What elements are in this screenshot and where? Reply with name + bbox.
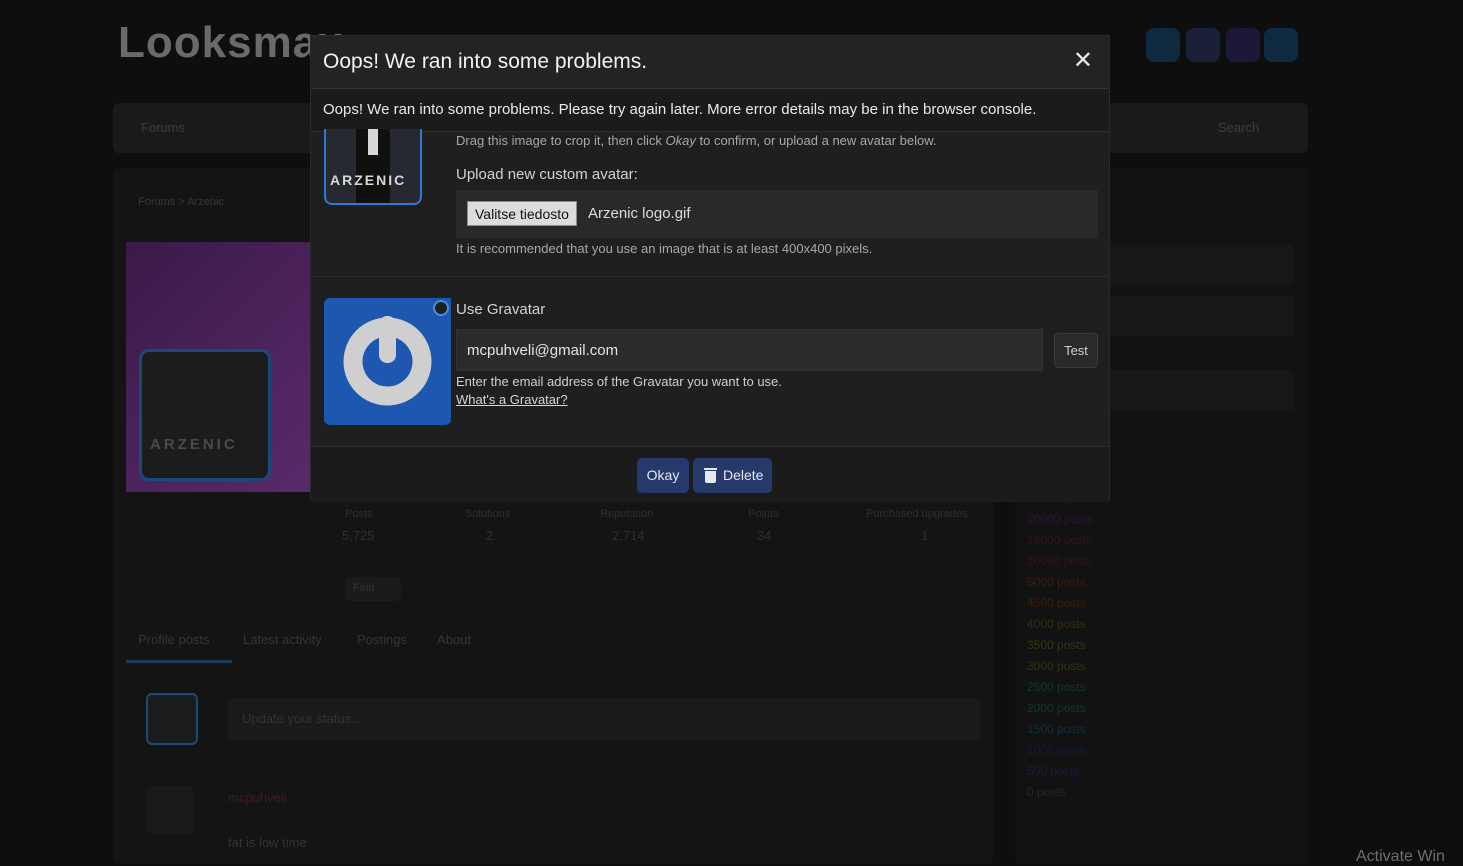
twitter-icon	[1146, 28, 1180, 62]
profile-avatar: ARZENIC	[139, 349, 271, 481]
upload-label: Upload new custom avatar:	[456, 166, 638, 183]
gravatar-hint: Enter the email address of the Gravatar …	[456, 374, 782, 389]
close-icon[interactable]: ✕	[1073, 48, 1093, 74]
rank-list-item: 10000 posts	[1027, 554, 1093, 568]
find-button: Find	[345, 577, 401, 601]
stat-label: Purchased upgrades	[866, 508, 968, 520]
test-gravatar-button[interactable]: Test	[1054, 333, 1098, 368]
modal-footer: Okay Delete	[311, 446, 1109, 502]
breadcrumb: Forums > Arzenic	[138, 196, 224, 208]
rank-list-item: 4500 posts	[1027, 596, 1086, 610]
tab-postings: Postings	[357, 632, 407, 647]
gravatar-logo-icon	[343, 316, 432, 406]
rank-list-item: 4000 posts	[1027, 617, 1086, 631]
discord-icon	[1186, 28, 1220, 62]
rank-list-item: 1500 posts	[1027, 722, 1086, 736]
gravatar-email-input[interactable]	[456, 329, 1043, 371]
stat-value: 2	[486, 528, 494, 543]
post-text: fat is low time	[228, 835, 307, 850]
stat-value: 34	[757, 528, 772, 543]
rank-list-item: 2000 posts	[1027, 701, 1086, 715]
current-avatar-crop[interactable]: ARZENIC	[324, 129, 422, 205]
delete-button[interactable]: Delete	[693, 458, 772, 493]
tab-about: About	[437, 632, 471, 647]
error-message: Oops! We ran into some problems. Please …	[323, 101, 1037, 118]
rank-list-item: 1000 posts	[1027, 743, 1086, 757]
stat-label: Points	[748, 508, 779, 520]
profile-avatar-text: ARZENIC	[150, 436, 238, 453]
delete-label: Delete	[723, 467, 764, 483]
instagram-icon	[1226, 28, 1260, 62]
post-username: mcpuhveli	[228, 790, 287, 805]
rank-list-item: 2500 posts	[1027, 680, 1086, 694]
modal-header: Oops! We ran into some problems. ✕	[311, 36, 1109, 89]
rank-list-item: 15000 posts	[1027, 533, 1093, 547]
rank-list-item: 3500 posts	[1027, 638, 1086, 652]
status-avatar	[146, 693, 198, 745]
avatar-brand-text: ARZENIC	[330, 172, 407, 188]
error-message-bar: Oops! We ran into some problems. Please …	[311, 89, 1109, 132]
rank-list-item: 20000 posts	[1027, 512, 1093, 526]
stat-label: Posts	[345, 508, 373, 520]
stat-value: 1	[921, 528, 929, 543]
use-gravatar-radio[interactable]	[433, 300, 449, 316]
use-gravatar-label[interactable]: Use Gravatar	[456, 301, 545, 318]
okay-button[interactable]: Okay	[637, 458, 689, 493]
status-input: Update your status...	[228, 698, 980, 740]
rank-list-item: 500 posts	[1027, 764, 1080, 778]
crop-hint: Drag this image to crop it, then click O…	[456, 133, 937, 148]
stat-value: 5,725	[342, 528, 375, 543]
rank-list-item: 5000 posts	[1027, 575, 1086, 589]
avatar-error-modal: Oops! We ran into some problems. ✕ Oops!…	[310, 35, 1110, 502]
section-divider	[311, 276, 1109, 277]
rank-list-item: 3000 posts	[1027, 659, 1086, 673]
post-avatar	[146, 786, 194, 834]
activate-windows-watermark: Activate Win	[1356, 848, 1445, 865]
selected-file-name: Arzenic logo.gif	[588, 205, 691, 222]
tab-latest-activity: Latest activity	[243, 632, 322, 647]
rank-list-item: 0 posts	[1027, 785, 1066, 799]
mail-icon	[1264, 28, 1298, 62]
trash-icon	[704, 468, 717, 483]
modal-title: Oops! We ran into some problems.	[323, 50, 648, 73]
size-recommendation: It is recommended that you use an image …	[456, 241, 873, 256]
tab-underline	[126, 660, 232, 663]
gravatar-preview	[324, 298, 451, 425]
stat-value: 2,714	[612, 528, 645, 543]
file-upload-field: Valitse tiedosto Arzenic logo.gif	[456, 190, 1098, 238]
whats-gravatar-link[interactable]: What's a Gravatar?	[456, 392, 568, 407]
stat-label: Reputation	[600, 508, 654, 520]
tab-profile-posts: Profile posts	[138, 632, 210, 647]
stat-label: Solutions	[465, 508, 511, 520]
nav-forums: Forums	[141, 120, 186, 135]
choose-file-button[interactable]: Valitse tiedosto	[467, 201, 577, 226]
nav-search: Search	[1218, 120, 1260, 135]
